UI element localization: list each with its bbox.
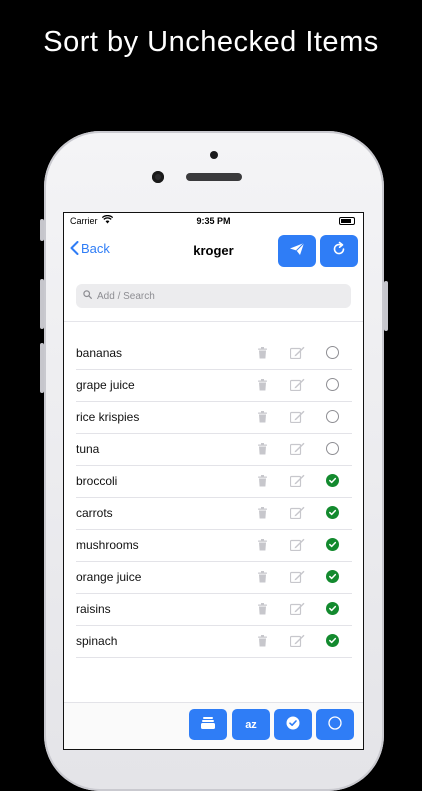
checked-circle-icon[interactable] (326, 506, 339, 519)
item-name: orange juice (76, 570, 142, 584)
edit-icon[interactable] (289, 634, 305, 652)
volume-down-button (40, 343, 44, 393)
phone-frame: Carrier 9:35 PM Back kroger Add / Search… (40, 131, 388, 791)
checked-circle-icon[interactable] (326, 570, 339, 583)
item-name: grape juice (76, 378, 135, 392)
list-item[interactable]: bananas (76, 338, 352, 370)
unchecked-circle-icon[interactable] (326, 378, 339, 391)
trash-icon[interactable] (257, 538, 268, 556)
trash-icon[interactable] (257, 378, 268, 396)
list-item[interactable]: grape juice (76, 370, 352, 402)
edit-icon[interactable] (289, 570, 305, 588)
status-bar: Carrier 9:35 PM (64, 213, 363, 229)
list-item[interactable]: orange juice (76, 562, 352, 594)
checked-circle-icon[interactable] (326, 602, 339, 615)
page-title: kroger (193, 243, 234, 258)
stack-icon (200, 716, 216, 733)
trash-icon[interactable] (257, 346, 268, 364)
proximity-sensor (210, 151, 218, 159)
edit-icon[interactable] (289, 442, 305, 460)
checkmark-circle-icon (286, 716, 300, 733)
front-camera (152, 171, 164, 183)
edit-icon[interactable] (289, 410, 305, 428)
edit-icon[interactable] (289, 538, 305, 556)
circle-icon (328, 716, 342, 733)
item-name: broccoli (76, 474, 118, 488)
search-input[interactable]: Add / Search (76, 284, 351, 308)
search-placeholder: Add / Search (97, 290, 155, 302)
trash-icon[interactable] (257, 442, 268, 460)
checked-circle-icon[interactable] (326, 538, 339, 551)
share-button[interactable] (278, 235, 316, 267)
mute-switch (40, 219, 44, 241)
checked-circle-icon[interactable] (326, 474, 339, 487)
sort-checked-button[interactable] (274, 709, 312, 740)
item-name: spinach (76, 634, 118, 648)
search-icon (83, 290, 92, 302)
unchecked-circle-icon[interactable] (326, 410, 339, 423)
trash-icon[interactable] (257, 506, 268, 524)
trash-icon[interactable] (257, 634, 268, 652)
refresh-button[interactable] (320, 235, 358, 267)
list-item[interactable]: broccoli (76, 466, 352, 498)
unchecked-circle-icon[interactable] (326, 346, 339, 359)
paper-plane-icon (289, 242, 305, 261)
item-name: carrots (76, 506, 113, 520)
trash-icon[interactable] (257, 410, 268, 428)
sort-az-button[interactable]: az (232, 709, 270, 740)
list-item[interactable]: raisins (76, 594, 352, 626)
trash-icon[interactable] (257, 474, 268, 492)
divider (64, 321, 363, 322)
edit-icon[interactable] (289, 602, 305, 620)
item-name: raisins (76, 602, 111, 616)
power-button (384, 281, 388, 331)
bottom-toolbar: az (64, 702, 363, 749)
trash-icon[interactable] (257, 570, 268, 588)
sort-az-label: az (245, 718, 257, 731)
edit-icon[interactable] (289, 474, 305, 492)
item-name: bananas (76, 346, 123, 360)
edit-icon[interactable] (289, 506, 305, 524)
list-item[interactable]: spinach (76, 626, 352, 658)
sort-unchecked-button[interactable] (316, 709, 354, 740)
app-screen: Carrier 9:35 PM Back kroger Add / Search… (63, 212, 364, 750)
unchecked-circle-icon[interactable] (326, 442, 339, 455)
edit-icon[interactable] (289, 378, 305, 396)
item-name: rice krispies (76, 410, 140, 424)
grocery-list: bananas grape juice rice krispies tuna brocc… (76, 338, 352, 658)
list-item[interactable]: mushrooms (76, 530, 352, 562)
list-item[interactable]: rice krispies (76, 402, 352, 434)
edit-icon[interactable] (289, 346, 305, 364)
volume-up-button (40, 279, 44, 329)
stack-button[interactable] (189, 709, 227, 740)
item-name: tuna (76, 442, 100, 456)
navigation-bar: Back kroger (64, 233, 363, 269)
promo-headline: Sort by Unchecked Items (43, 26, 379, 58)
refresh-icon (331, 241, 347, 262)
trash-icon[interactable] (257, 602, 268, 620)
status-time: 9:35 PM (196, 216, 231, 226)
list-item[interactable]: tuna (76, 434, 352, 466)
item-name: mushrooms (76, 538, 139, 552)
list-item[interactable]: carrots (76, 498, 352, 530)
checked-circle-icon[interactable] (326, 634, 339, 647)
earpiece-speaker (186, 173, 242, 181)
battery-icon (339, 217, 355, 225)
